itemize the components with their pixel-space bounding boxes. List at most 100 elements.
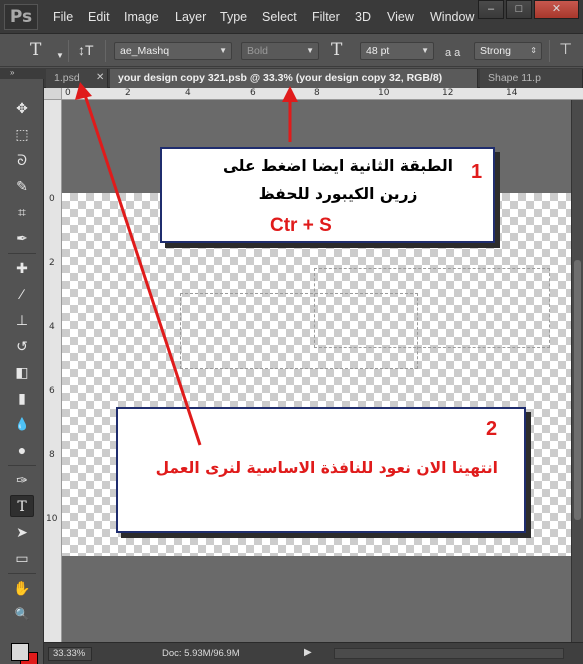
tab-1-psd[interactable]: 1.psd ✕ <box>46 69 108 88</box>
ruler-tick-label: 0 <box>49 194 55 204</box>
rectangle-tool-icon[interactable]: ▭ <box>10 547 34 569</box>
chevron-down-icon[interactable]: ▼ <box>56 47 64 65</box>
menu-layer[interactable]: Layer <box>175 10 206 24</box>
eyedropper-tool-icon[interactable]: ✒ <box>10 227 34 249</box>
gradient-tool-icon[interactable]: ▮ <box>10 387 34 409</box>
history-brush-tool-icon[interactable]: ↺ <box>10 335 34 357</box>
close-icon[interactable]: ✕ <box>96 69 104 87</box>
options-bar: T ▼ ↕T ae_Mashq ▼ Bold ▼ T 48 pt ▼ a a S… <box>0 34 583 67</box>
vertical-ruler[interactable]: 0 2 4 6 8 10 <box>44 100 62 642</box>
callout-text-line: الطبقة الثانية ايضا اضغط على <box>223 157 453 175</box>
foreground-color-swatch[interactable] <box>11 643 29 661</box>
separator <box>549 40 550 62</box>
collapse-panel-icon[interactable]: » <box>0 68 44 79</box>
tab-your-design-copy[interactable]: your design copy 321.psb @ 33.3% (your d… <box>110 69 478 88</box>
ruler-tick-label: 6 <box>250 88 256 98</box>
font-family-select[interactable]: ae_Mashq ▼ <box>114 42 232 60</box>
text-orientation-icon[interactable]: ⊤ <box>559 41 572 59</box>
menu-view[interactable]: View <box>387 10 414 24</box>
font-style-select[interactable]: Bold ▼ <box>241 42 319 60</box>
menu-3d[interactable]: 3D <box>355 10 371 24</box>
move-tool-icon[interactable]: ✥ <box>10 97 34 119</box>
step-number: 1 <box>471 161 483 183</box>
chevron-updown-icon: ⇕ <box>530 46 537 55</box>
type-tool-preset-icon[interactable]: T <box>30 41 41 59</box>
chevron-down-icon: ▼ <box>219 46 227 55</box>
menu-filter[interactable]: Filter <box>312 10 340 24</box>
separator <box>105 40 106 62</box>
scrollbar-thumb[interactable] <box>574 260 581 520</box>
menu-image[interactable]: Image <box>124 10 159 24</box>
separator <box>68 40 69 62</box>
document-size-info: Doc: 5.93M/96.9M <box>162 648 240 659</box>
zoom-tool-icon[interactable]: 🔍 <box>10 603 34 625</box>
ruler-tick-label: 8 <box>314 88 320 98</box>
anti-alias-select[interactable]: Strong ⇕ <box>474 42 542 60</box>
tab-label: Shape 11.p <box>488 72 541 84</box>
ruler-tick-label: 2 <box>125 88 131 98</box>
hand-tool-icon[interactable]: ✋ <box>10 577 34 599</box>
path-select-tool-icon[interactable]: ➤ <box>10 521 34 543</box>
font-family-value: ae_Mashq <box>120 45 170 57</box>
lasso-tool-icon[interactable]: ᘐ <box>10 149 34 171</box>
tools-panel: » ✥ ⬚ ᘐ ✎ ⌗ ✒ ✚ ∕ ⊥ ↺ ◧ ▮ 💧 ● ✑ T ➤ ▭ ✋ … <box>0 68 44 664</box>
brush-tool-icon[interactable]: ∕ <box>10 283 34 305</box>
restore-button[interactable]: □ <box>506 0 532 19</box>
type-tool-icon[interactable]: T <box>10 495 34 517</box>
blur-tool-icon[interactable]: 💧 <box>10 413 34 435</box>
toolbar-divider <box>8 465 36 466</box>
horizontal-scrollbar[interactable] <box>334 648 564 659</box>
font-style-value: Bold <box>247 45 269 57</box>
selection-marquee <box>180 293 418 369</box>
marquee-tool-icon[interactable]: ⬚ <box>10 123 34 145</box>
ruler-tick-label: 14 <box>506 88 518 98</box>
close-window-button[interactable]: ✕ <box>534 0 579 19</box>
toggle-orientation-icon[interactable]: ↕T <box>78 41 94 59</box>
instruction-callout-1: 1 الطبقة الثانية ايضا اضغط على زرين الكي… <box>160 147 495 243</box>
ruler-tick-label: 12 <box>442 88 454 98</box>
menu-window[interactable]: Window <box>430 10 474 24</box>
ruler-tick-label: 2 <box>49 258 55 268</box>
chevron-down-icon: ▼ <box>306 46 314 55</box>
tab-label: your design copy 321.psb @ 33.3% (your d… <box>118 72 443 84</box>
font-size-select[interactable]: 48 pt ▼ <box>360 42 434 60</box>
healing-brush-tool-icon[interactable]: ✚ <box>10 257 34 279</box>
pen-tool-icon[interactable]: ✑ <box>10 469 34 491</box>
horizontal-ruler[interactable]: 0 2 4 6 8 10 12 14 <box>62 88 583 100</box>
quick-select-tool-icon[interactable]: ✎ <box>10 175 34 197</box>
toolbar-divider <box>8 253 36 254</box>
vertical-scrollbar[interactable] <box>571 100 583 642</box>
ruler-tick-label: 10 <box>378 88 390 98</box>
ruler-tick-label: 8 <box>49 450 55 460</box>
dodge-tool-icon[interactable]: ● <box>10 439 34 461</box>
toolbar-divider <box>8 573 36 574</box>
ruler-tick-label: 4 <box>49 322 55 332</box>
status-menu-arrow-icon[interactable]: ▶ <box>304 647 312 658</box>
anti-alias-value: Strong <box>480 45 511 57</box>
minimize-button[interactable]: – <box>478 0 504 19</box>
eraser-tool-icon[interactable]: ◧ <box>10 361 34 383</box>
anti-alias-icon: a a <box>445 47 461 59</box>
menu-edit[interactable]: Edit <box>88 10 110 24</box>
ruler-tick-label: 6 <box>49 386 55 396</box>
instruction-callout-2: 2 انتهينا الان نعود للنافذة الاساسية لنر… <box>116 407 526 533</box>
menu-file[interactable]: File <box>53 10 73 24</box>
font-size-value: 48 pt <box>366 45 390 57</box>
status-bar: 33.33% Doc: 5.93M/96.9M ▶ <box>44 642 583 664</box>
crop-tool-icon[interactable]: ⌗ <box>10 201 34 223</box>
menu-bar: Ps File Edit Image Layer Type Select Fil… <box>0 0 583 34</box>
callout-text-line: انتهينا الان نعود للنافذة الاساسية لنرى … <box>155 459 498 477</box>
ruler-tick-label: 10 <box>46 514 58 524</box>
menu-type[interactable]: Type <box>220 10 247 24</box>
ruler-tick-label: 0 <box>65 88 71 98</box>
menu-select[interactable]: Select <box>262 10 297 24</box>
photoshop-logo: Ps <box>4 4 38 30</box>
ruler-tick-label: 4 <box>185 88 191 98</box>
zoom-level-field[interactable]: 33.33% <box>48 647 92 661</box>
clone-stamp-tool-icon[interactable]: ⊥ <box>10 309 34 331</box>
ruler-origin[interactable] <box>44 88 62 100</box>
document-tab-bar: 1.psd ✕ your design copy 321.psb @ 33.3%… <box>44 68 583 88</box>
font-size-icon: T <box>331 40 343 60</box>
keyboard-shortcut: Ctr + S <box>270 215 332 236</box>
tab-shape-11[interactable]: Shape 11.p <box>480 69 583 88</box>
